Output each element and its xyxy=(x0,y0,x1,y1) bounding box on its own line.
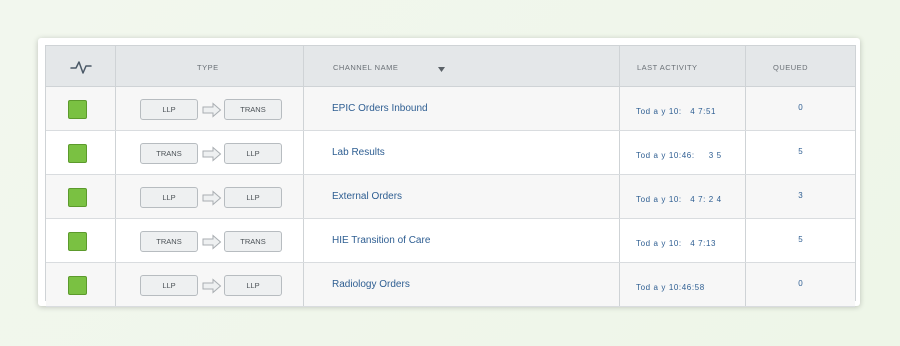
last-activity-value: Tod a y 10:46:58 xyxy=(636,283,705,292)
header-last-activity-cell[interactable]: LAST ACTIVITY xyxy=(620,46,746,86)
table-row[interactable]: TRANS TRANS HIE Transition of Care Tod a… xyxy=(46,219,855,263)
table-row[interactable]: LLP LLP External Orders Tod a y 10: 4 7:… xyxy=(46,175,855,219)
header-channel-name-label: CHANNEL NAME xyxy=(333,63,399,72)
channel-name-cell: Radiology Orders xyxy=(304,263,620,306)
queued-cell: 0 xyxy=(746,263,855,306)
header-queued-label: QUEUED xyxy=(773,63,809,72)
last-activity-cell: Tod a y 10: 4 7:13 xyxy=(620,219,746,262)
source-type-badge: LLP xyxy=(140,275,198,296)
channel-name-link[interactable]: Lab Results xyxy=(332,147,385,158)
table-header: TYPE CHANNEL NAME LAST ACTIVITY QUEUED xyxy=(46,46,855,87)
header-status-cell[interactable] xyxy=(46,46,116,86)
destination-type-badge: LLP xyxy=(224,275,282,296)
last-activity-cell: Tod a y 10:46: 3 5 xyxy=(620,131,746,174)
channels-table: TYPE CHANNEL NAME LAST ACTIVITY QUEUED L… xyxy=(45,45,856,307)
status-cell xyxy=(46,131,116,174)
last-activity-value: Tod a y 10: 4 7:51 xyxy=(636,107,717,116)
last-activity-value: Tod a y 10:46: 3 5 xyxy=(636,151,722,160)
channel-name-cell: Lab Results xyxy=(304,131,620,174)
queued-count[interactable]: 0 xyxy=(746,279,855,288)
channel-name-link[interactable]: Radiology Orders xyxy=(332,279,410,290)
source-type-badge: TRANS xyxy=(140,231,198,252)
activity-pulse-icon xyxy=(70,61,92,74)
last-activity-cell: Tod a y 10: 4 7:51 xyxy=(620,87,746,130)
status-cell xyxy=(46,263,116,306)
arrow-right-icon xyxy=(202,234,222,250)
last-activity-value: Tod a y 10: 4 7: 2 4 xyxy=(636,195,722,204)
source-type-badge: TRANS xyxy=(140,143,198,164)
destination-type-badge: LLP xyxy=(224,187,282,208)
type-cell: LLP TRANS xyxy=(116,87,304,130)
status-indicator xyxy=(68,188,87,207)
arrow-right-icon xyxy=(202,146,222,162)
queued-cell: 0 xyxy=(746,87,855,130)
table-row[interactable]: TRANS LLP Lab Results Tod a y 10:46: 3 5… xyxy=(46,131,855,175)
channel-name-cell: HIE Transition of Care xyxy=(304,219,620,262)
status-cell xyxy=(46,219,116,262)
channel-name-link[interactable]: EPIC Orders Inbound xyxy=(332,103,428,114)
queued-count[interactable]: 5 xyxy=(746,235,855,244)
queued-count[interactable]: 0 xyxy=(746,103,855,112)
header-type-label: TYPE xyxy=(197,63,219,72)
header-type-cell[interactable]: TYPE xyxy=(116,46,304,86)
channels-panel: TYPE CHANNEL NAME LAST ACTIVITY QUEUED L… xyxy=(38,38,860,307)
queued-cell: 3 xyxy=(746,175,855,218)
queued-count[interactable]: 5 xyxy=(746,147,855,156)
arrow-right-icon xyxy=(202,278,222,294)
queued-cell: 5 xyxy=(746,219,855,262)
queued-cell: 5 xyxy=(746,131,855,174)
arrow-right-icon xyxy=(202,102,222,118)
type-cell: TRANS LLP xyxy=(116,131,304,174)
caret-down-icon[interactable] xyxy=(438,67,445,72)
queued-count[interactable]: 3 xyxy=(746,191,855,200)
source-type-badge: LLP xyxy=(140,99,198,120)
channel-name-cell: EPIC Orders Inbound xyxy=(304,87,620,130)
header-channel-name-cell[interactable]: CHANNEL NAME xyxy=(304,46,620,86)
channel-name-link[interactable]: External Orders xyxy=(332,191,402,202)
status-cell xyxy=(46,175,116,218)
type-cell: TRANS TRANS xyxy=(116,219,304,262)
status-indicator xyxy=(68,100,87,119)
channel-name-link[interactable]: HIE Transition of Care xyxy=(332,235,430,246)
destination-type-badge: TRANS xyxy=(224,231,282,252)
status-indicator xyxy=(68,232,87,251)
last-activity-cell: Tod a y 10: 4 7: 2 4 xyxy=(620,175,746,218)
destination-type-badge: TRANS xyxy=(224,99,282,120)
arrow-right-icon xyxy=(202,190,222,206)
last-activity-value: Tod a y 10: 4 7:13 xyxy=(636,239,717,248)
table-row[interactable]: LLP TRANS EPIC Orders Inbound Tod a y 10… xyxy=(46,87,855,131)
type-cell: LLP LLP xyxy=(116,175,304,218)
last-activity-cell: Tod a y 10:46:58 xyxy=(620,263,746,306)
destination-type-badge: LLP xyxy=(224,143,282,164)
type-cell: LLP LLP xyxy=(116,263,304,306)
status-indicator xyxy=(68,144,87,163)
status-indicator xyxy=(68,276,87,295)
header-queued-cell[interactable]: QUEUED xyxy=(746,46,855,86)
table-row[interactable]: LLP LLP Radiology Orders Tod a y 10:46:5… xyxy=(46,263,855,307)
status-cell xyxy=(46,87,116,130)
source-type-badge: LLP xyxy=(140,187,198,208)
channel-name-cell: External Orders xyxy=(304,175,620,218)
header-last-activity-label: LAST ACTIVITY xyxy=(637,63,698,72)
